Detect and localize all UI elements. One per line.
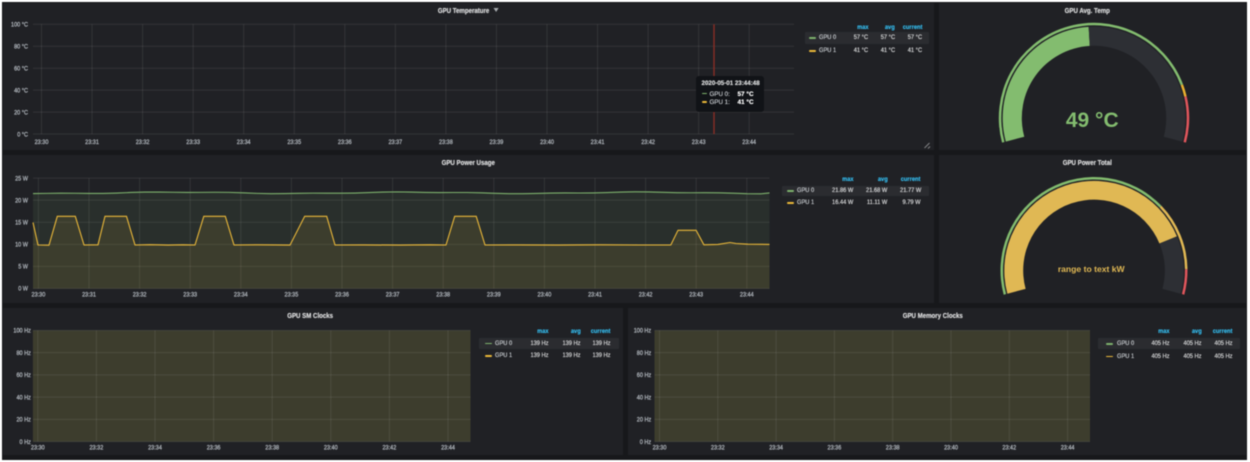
svg-text:23:36: 23:36 [335,291,349,298]
svg-text:20 °C: 20 °C [14,108,28,116]
svg-text:5 W: 5 W [18,263,29,270]
svg-text:23:31: 23:31 [85,139,99,146]
svg-text:80 Hz: 80 Hz [637,350,651,357]
svg-text:23:31: 23:31 [82,291,96,298]
svg-text:23:43: 23:43 [692,139,706,146]
svg-text:23:38: 23:38 [439,139,453,146]
svg-text:80 °C: 80 °C [14,42,28,50]
svg-text:23:44: 23:44 [441,444,455,451]
svg-text:23:42: 23:42 [639,291,653,298]
svg-text:23:34: 23:34 [148,444,162,451]
svg-text:60 °C: 60 °C [14,64,28,72]
svg-text:23:36: 23:36 [828,445,842,452]
svg-text:23:34: 23:34 [234,291,248,298]
svg-text:23:35: 23:35 [287,139,301,146]
svg-text:23:39: 23:39 [490,139,504,146]
svg-text:23:30: 23:30 [35,139,49,146]
svg-text:23:34: 23:34 [237,139,251,146]
svg-text:23:42: 23:42 [382,444,396,451]
svg-text:20 Hz: 20 Hz [16,417,30,424]
svg-text:23:33: 23:33 [186,139,200,146]
svg-text:0 Hz: 0 Hz [19,439,30,446]
svg-text:23:43: 23:43 [689,291,703,298]
svg-text:23:41: 23:41 [591,139,605,146]
svg-text:0 °C: 0 °C [17,130,28,138]
svg-text:25 W: 25 W [15,175,29,182]
svg-text:10 W: 10 W [15,241,29,248]
svg-text:23:32: 23:32 [136,139,150,146]
svg-text:40 Hz: 40 Hz [637,394,651,401]
svg-text:100 Hz: 100 Hz [634,328,652,335]
svg-text:40 Hz: 40 Hz [16,394,30,401]
svg-text:23:35: 23:35 [285,291,299,298]
svg-text:23:40: 23:40 [324,444,338,451]
svg-text:23:40: 23:40 [540,139,554,146]
svg-text:0 Hz: 0 Hz [640,439,651,446]
svg-text:23:33: 23:33 [183,291,197,298]
svg-text:23:44: 23:44 [1061,445,1075,452]
svg-text:23:32: 23:32 [89,444,103,451]
svg-text:23:36: 23:36 [338,139,352,146]
svg-text:23:37: 23:37 [386,291,400,298]
svg-text:23:38: 23:38 [886,445,900,452]
svg-text:23:30: 23:30 [653,445,667,452]
svg-text:40 °C: 40 °C [14,86,28,94]
svg-text:23:39: 23:39 [487,291,501,298]
svg-text:23:38: 23:38 [265,444,279,451]
svg-text:23:32: 23:32 [711,445,725,452]
svg-text:60 Hz: 60 Hz [16,372,30,379]
svg-text:60 Hz: 60 Hz [637,372,651,379]
svg-text:80 Hz: 80 Hz [16,350,30,357]
svg-text:100 °C: 100 °C [11,21,28,29]
svg-text:23:32: 23:32 [133,291,147,298]
svg-text:23:30: 23:30 [31,444,45,451]
svg-text:23:38: 23:38 [436,291,450,298]
svg-text:0 W: 0 W [18,285,29,292]
svg-text:23:42: 23:42 [641,139,655,146]
svg-text:23:40: 23:40 [944,445,958,452]
svg-text:23:30: 23:30 [32,291,46,298]
svg-text:23:40: 23:40 [538,291,552,298]
svg-text:23:41: 23:41 [588,291,602,298]
svg-text:15 W: 15 W [15,219,29,226]
svg-text:20 W: 20 W [15,197,29,204]
svg-text:100 Hz: 100 Hz [13,328,30,335]
svg-text:23:44: 23:44 [742,139,756,146]
svg-text:20 Hz: 20 Hz [637,417,651,424]
svg-text:23:42: 23:42 [1002,445,1016,452]
svg-text:23:37: 23:37 [388,139,402,146]
svg-text:23:44: 23:44 [740,291,754,298]
svg-text:23:34: 23:34 [769,445,783,452]
svg-text:23:36: 23:36 [207,444,221,451]
